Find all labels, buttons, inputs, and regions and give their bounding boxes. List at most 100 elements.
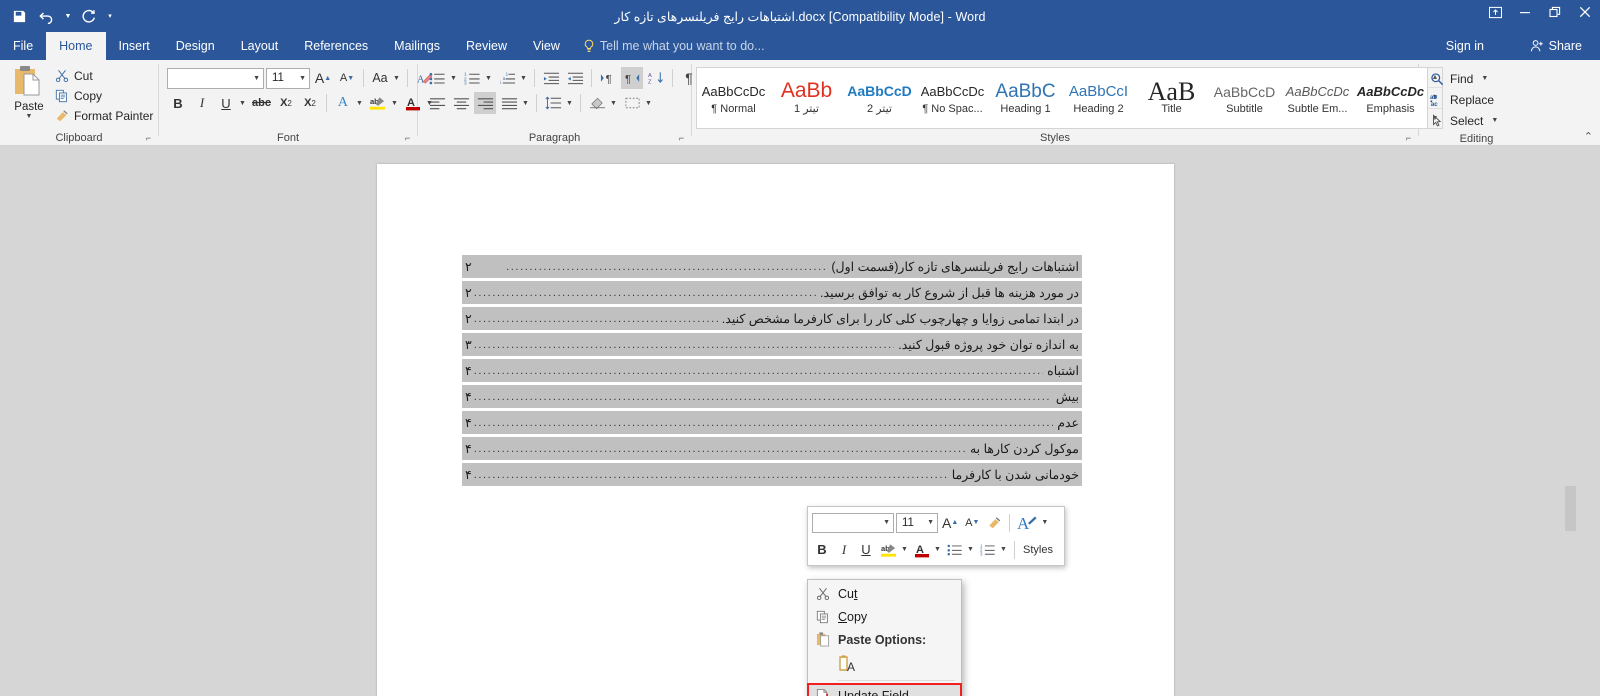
superscript-icon[interactable]: X2: [299, 92, 321, 114]
bold-icon[interactable]: B: [812, 539, 832, 560]
document-page[interactable]: اشتباهات رایج فریلنسرهای تازه کار(قسمت ا…: [377, 164, 1174, 696]
chevron-down-icon[interactable]: ▼: [899, 546, 910, 553]
style-item-subtle-em[interactable]: AaBbCcDc Subtle Em...: [1281, 68, 1354, 128]
toc-entry[interactable]: اشتباهات رایج فریلنسرهای تازه کار(قسمت ا…: [462, 255, 1082, 278]
change-case-button[interactable]: Aa ▼: [369, 67, 402, 89]
chevron-down-icon[interactable]: ▼: [1479, 75, 1490, 82]
cut-button[interactable]: Cut: [52, 66, 159, 86]
style-item-no-spac[interactable]: AaBbCcDc ¶ No Spac...: [916, 68, 989, 128]
tab-home[interactable]: Home: [46, 32, 106, 60]
multilevel-list-button[interactable]: 1ai ▼: [496, 67, 529, 89]
customize-qat-icon[interactable]: ▾: [104, 4, 116, 28]
sign-in-button[interactable]: Sign in: [1438, 32, 1492, 60]
toc-entry[interactable]: در ابتدا تمامی زوایا و چهارچوب کلی کار ر…: [462, 307, 1082, 330]
collapse-ribbon-icon[interactable]: ⌃: [1584, 130, 1593, 143]
chevron-down-icon[interactable]: ▼: [391, 75, 402, 82]
style-item-title[interactable]: AaB Title: [1135, 68, 1208, 128]
numbering-button[interactable]: 123 ▼: [461, 67, 494, 89]
tab-design[interactable]: Design: [163, 32, 228, 60]
mini-bullets-button[interactable]: ▼: [945, 539, 976, 560]
text-effects-button[interactable]: A ▼: [332, 92, 365, 114]
numbering-icon[interactable]: 123: [461, 67, 483, 89]
tab-mailings[interactable]: Mailings: [381, 32, 453, 60]
align-left-icon[interactable]: [426, 92, 448, 114]
text-effects-icon[interactable]: A: [332, 92, 354, 114]
borders-button[interactable]: ▼: [621, 92, 654, 114]
chevron-down-icon[interactable]: ▼: [237, 100, 248, 107]
chevron-down-icon[interactable]: ▼: [389, 100, 400, 107]
scrollbar-thumb[interactable]: [1565, 486, 1576, 531]
chevron-down-icon[interactable]: ▼: [293, 75, 306, 82]
font-name-combo[interactable]: ▼: [167, 67, 264, 89]
share-button[interactable]: Share: [1520, 32, 1592, 60]
mini-numbering-button[interactable]: 123 ▼: [978, 539, 1009, 560]
chevron-down-icon[interactable]: ▼: [564, 100, 575, 107]
toc-entry[interactable]: در مورد هزینه ها قبل از شروع کار به تواف…: [462, 281, 1082, 304]
line-spacing-icon[interactable]: [542, 92, 564, 114]
bullets-icon[interactable]: [945, 539, 965, 560]
chevron-down-icon[interactable]: ▼: [965, 546, 976, 553]
ribbon-display-options-icon[interactable]: [1480, 0, 1510, 24]
chevron-down-icon[interactable]: ▼: [483, 75, 494, 82]
chevron-down-icon[interactable]: ▼: [921, 519, 934, 526]
replace-button[interactable]: ab ac Replace: [1427, 89, 1506, 110]
toc-entry[interactable]: اشتباه..................................…: [462, 359, 1082, 382]
chevron-down-icon[interactable]: ▼: [247, 75, 260, 82]
style-item-heading-2[interactable]: AaBbCcI Heading 2: [1062, 68, 1135, 128]
format-painter-button[interactable]: Format Painter: [52, 106, 159, 126]
toc-entry[interactable]: عدم.....................................…: [462, 411, 1082, 434]
paste-option-keep-text-only[interactable]: A: [808, 651, 961, 677]
toc-entry[interactable]: خودمانی شدن با کارفرما..................…: [462, 463, 1082, 486]
underline-button[interactable]: U ▼: [215, 92, 248, 114]
shrink-font-icon[interactable]: A ▼: [336, 67, 358, 89]
tell-me-box[interactable]: Tell me what you want to do...: [573, 32, 775, 60]
tab-view[interactable]: View: [520, 32, 573, 60]
undo-dropdown-icon[interactable]: ▼: [62, 4, 74, 28]
restore-icon[interactable]: [1540, 0, 1570, 24]
chevron-down-icon[interactable]: ▼: [998, 546, 1009, 553]
tab-review[interactable]: Review: [453, 32, 520, 60]
menu-item-cut[interactable]: Cut: [808, 582, 961, 605]
subscript-icon[interactable]: X2: [275, 92, 297, 114]
style-item-heading-1[interactable]: AaBbC Heading 1: [989, 68, 1062, 128]
paste-dropdown-icon[interactable]: ▼: [24, 113, 35, 120]
chevron-down-icon[interactable]: ▼: [1039, 519, 1050, 526]
bullets-button[interactable]: ▼: [426, 67, 459, 89]
format-painter-icon[interactable]: [984, 512, 1004, 533]
increase-indent-icon[interactable]: [564, 67, 586, 89]
align-right-icon[interactable]: [474, 92, 496, 114]
justify-icon[interactable]: [498, 92, 520, 114]
clipboard-dialog-launcher[interactable]: ⌐: [143, 133, 154, 144]
italic-icon[interactable]: I: [191, 92, 213, 114]
numbering-icon[interactable]: 123: [978, 539, 998, 560]
shading-button[interactable]: ▼: [586, 92, 619, 114]
text-highlight-button[interactable]: ab ▼: [367, 92, 400, 114]
bullets-icon[interactable]: [426, 67, 448, 89]
style-item-subtitle[interactable]: AaBbCcD Subtitle: [1208, 68, 1281, 128]
minimize-icon[interactable]: [1510, 0, 1540, 24]
copy-button[interactable]: Copy: [52, 86, 159, 106]
mini-font-name-combo[interactable]: ▼: [812, 512, 894, 533]
multilevel-list-icon[interactable]: 1ai: [496, 67, 518, 89]
tab-insert[interactable]: Insert: [106, 32, 163, 60]
table-of-contents[interactable]: اشتباهات رایج فریلنسرهای تازه کار(قسمت ا…: [462, 255, 1082, 489]
text-highlight-color-icon[interactable]: ab: [367, 92, 389, 114]
mini-font-color-button[interactable]: A ▼: [912, 539, 943, 560]
redo-icon[interactable]: [76, 4, 102, 28]
decrease-indent-icon[interactable]: [540, 67, 562, 89]
chevron-down-icon[interactable]: ▼: [520, 100, 531, 107]
justify-button[interactable]: ▼: [498, 92, 531, 114]
toc-entry[interactable]: بیش.....................................…: [462, 385, 1082, 408]
text-effects-icon[interactable]: A: [1015, 512, 1039, 533]
shrink-font-icon[interactable]: A ▼: [962, 512, 982, 533]
strikethrough-icon[interactable]: abc: [250, 92, 273, 114]
mini-text-effects-button[interactable]: A ▼: [1015, 512, 1050, 533]
mini-font-size-combo[interactable]: 11 ▼: [896, 512, 938, 533]
menu-item-update-field[interactable]: Update Field: [807, 683, 962, 696]
change-case-icon[interactable]: Aa: [369, 67, 391, 89]
chevron-down-icon[interactable]: ▼: [877, 519, 890, 526]
chevron-down-icon[interactable]: ▼: [1489, 117, 1500, 124]
tab-file[interactable]: File: [0, 32, 47, 60]
toc-entry[interactable]: به اندازه توان خود پروژه قبول کنید......…: [462, 333, 1082, 356]
tab-layout[interactable]: Layout: [228, 32, 292, 60]
